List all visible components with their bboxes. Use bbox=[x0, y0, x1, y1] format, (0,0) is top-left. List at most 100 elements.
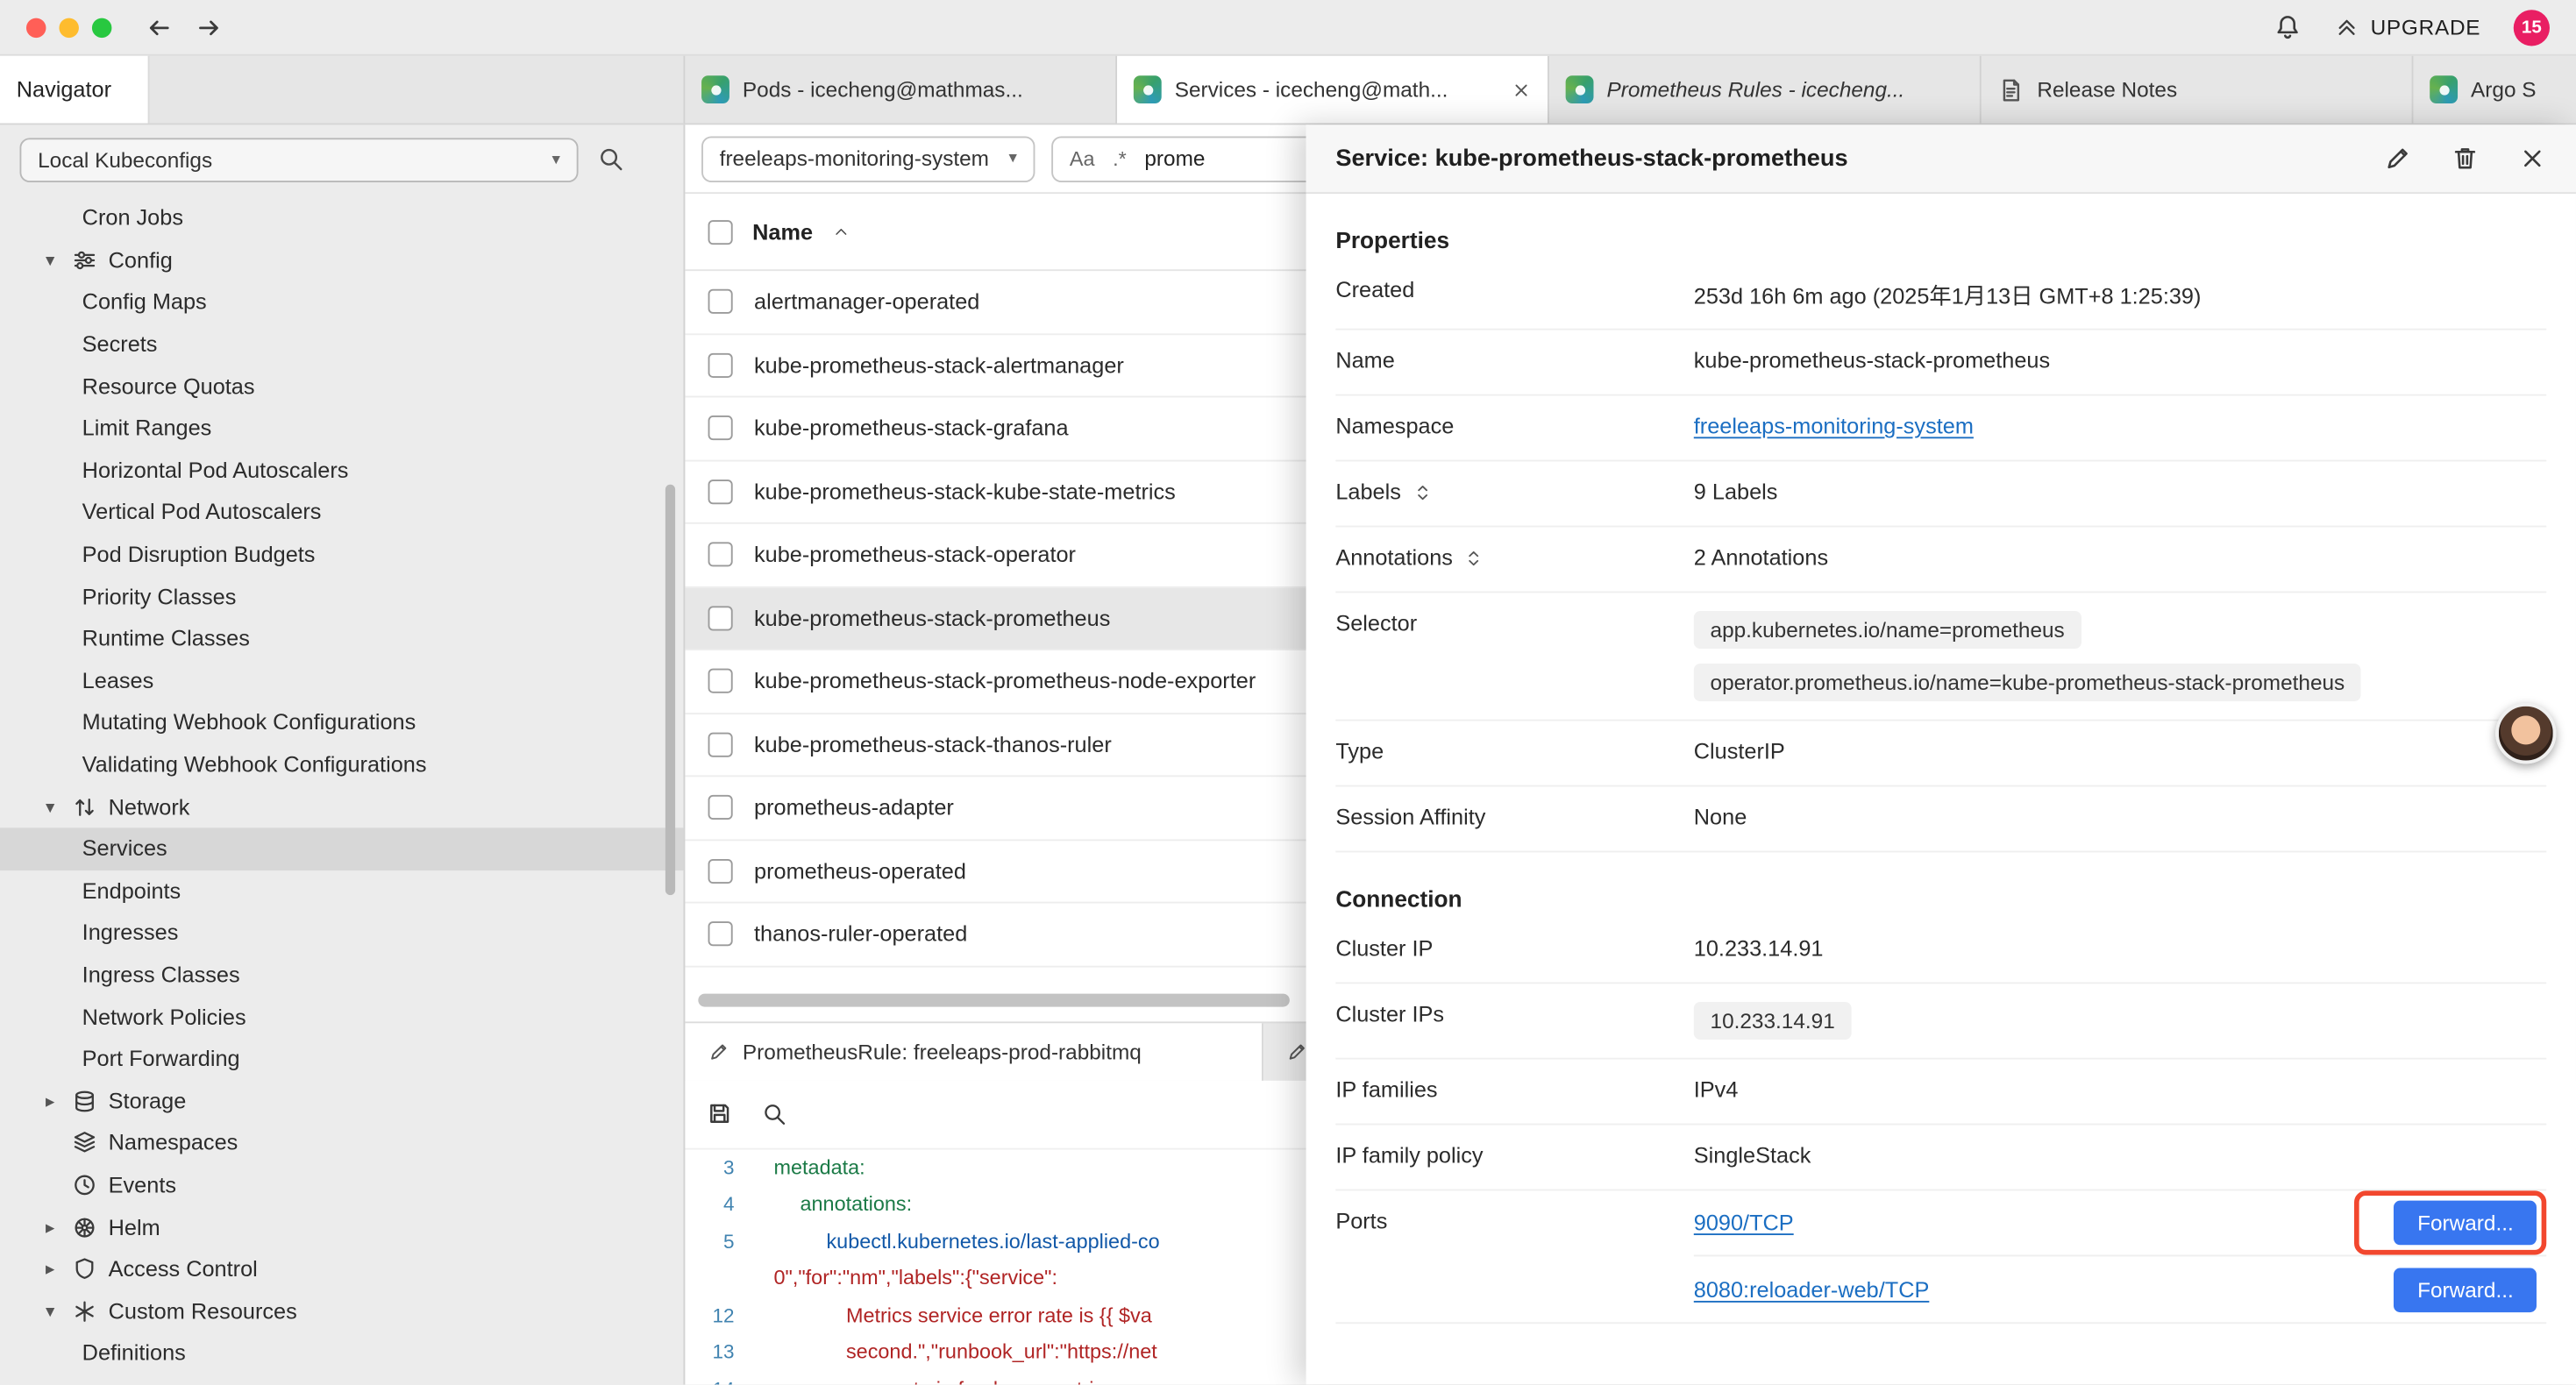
sidebar-item-endpoints[interactable]: Endpoints bbox=[0, 870, 683, 912]
zoom-window-button[interactable] bbox=[92, 18, 111, 37]
port-link[interactable]: 8080:reloader-web/TCP bbox=[1694, 1277, 1930, 1302]
chevron-right-icon[interactable]: ▸ bbox=[39, 1217, 60, 1238]
editor-search-icon[interactable] bbox=[762, 1101, 786, 1126]
row-checkbox[interactable] bbox=[708, 352, 733, 377]
sidebar-item-label: Custom Resources bbox=[109, 1299, 297, 1324]
sidebar-item-mutating-webhook-configurations[interactable]: Mutating Webhook Configurations bbox=[0, 701, 683, 743]
sidebar-item-validating-webhook-configurations[interactable]: Validating Webhook Configurations bbox=[0, 743, 683, 785]
sidebar-item-ingresses[interactable]: Ingresses bbox=[0, 912, 683, 954]
sidebar-item-leases[interactable]: Leases bbox=[0, 659, 683, 701]
drawer-body: PropertiesCreated253d 16h 6m ago (2025年1… bbox=[1306, 194, 2576, 1384]
sidebar-item-label: Runtime Classes bbox=[82, 626, 250, 650]
service-name: alertmanager-operated bbox=[754, 289, 979, 314]
detail-label: Selector bbox=[1335, 611, 1417, 636]
sidebar-item-cron-jobs[interactable]: Cron Jobs bbox=[0, 197, 683, 239]
sidebar-item-services[interactable]: Services bbox=[0, 827, 683, 870]
sidebar-item-runtime-classes[interactable]: Runtime Classes bbox=[0, 617, 683, 659]
sidebar-item-pod-disruption-budgets[interactable]: Pod Disruption Budgets bbox=[0, 533, 683, 575]
tab-argo-s[interactable]: Argo S bbox=[2413, 56, 2575, 124]
edit-icon[interactable] bbox=[2384, 145, 2412, 173]
forward-button[interactable]: Forward... bbox=[2395, 1268, 2537, 1312]
editor-tab[interactable]: PrometheusRule: freeleaps-prod-rabbitmq bbox=[685, 1022, 1263, 1080]
sidebar-item-port-forwarding[interactable]: Port Forwarding bbox=[0, 1038, 683, 1080]
row-checkbox[interactable] bbox=[708, 543, 733, 567]
sidebar-scrollbar[interactable] bbox=[665, 485, 675, 895]
close-icon[interactable] bbox=[2518, 145, 2546, 173]
tab-pods-icecheng-mathmas[interactable]: Pods - icecheng@mathmas... bbox=[685, 56, 1117, 124]
expander-icon[interactable] bbox=[1464, 548, 1484, 567]
column-name-header[interactable]: Name bbox=[752, 219, 813, 244]
match-case-toggle[interactable]: Aa bbox=[1070, 147, 1095, 170]
row-checkbox[interactable] bbox=[708, 858, 733, 883]
sidebar-item-resource-quotas[interactable]: Resource Quotas bbox=[0, 366, 683, 408]
row-checkbox[interactable] bbox=[708, 669, 733, 693]
port-link[interactable]: 9090/TCP bbox=[1694, 1211, 1794, 1235]
tab-release-notes[interactable]: Release Notes bbox=[1982, 56, 2414, 124]
code-text: Metrics service error rate is {{ $va bbox=[751, 1296, 1152, 1333]
save-icon[interactable] bbox=[707, 1100, 733, 1126]
sidebar-item-definitions[interactable]: Definitions bbox=[0, 1332, 683, 1374]
kubeconfig-source-select[interactable]: Local Kubeconfigs ▾ bbox=[19, 137, 578, 181]
sidebar-item-label: Access Control bbox=[109, 1257, 258, 1282]
minimize-window-button[interactable] bbox=[59, 18, 78, 37]
detail-link[interactable]: freeleaps-monitoring-system bbox=[1694, 414, 1974, 438]
regex-toggle[interactable]: .* bbox=[1113, 147, 1127, 170]
window-controls bbox=[26, 18, 111, 37]
sidebar-item-vertical-pod-autoscalers[interactable]: Vertical Pod Autoscalers bbox=[0, 492, 683, 534]
cluster-icon bbox=[701, 75, 729, 103]
close-window-button[interactable] bbox=[26, 18, 46, 37]
service-name: kube-prometheus-stack-operator bbox=[754, 543, 1076, 567]
row-checkbox[interactable] bbox=[708, 922, 733, 947]
events-icon bbox=[72, 1173, 96, 1197]
row-checkbox[interactable] bbox=[708, 732, 733, 756]
forward-button[interactable]: Forward... bbox=[2395, 1201, 2537, 1246]
notification-badge[interactable]: 15 bbox=[2514, 9, 2550, 45]
chevron-down-icon[interactable]: ▾ bbox=[39, 250, 60, 271]
sidebar-item-namespaces[interactable]: Namespaces bbox=[0, 1122, 683, 1164]
sidebar-item-network[interactable]: ▾Network bbox=[0, 785, 683, 827]
chevron-right-icon[interactable]: ▸ bbox=[39, 1090, 60, 1112]
row-checkbox[interactable] bbox=[708, 795, 733, 820]
drawer-header: Service: kube-prometheus-stack-prometheu… bbox=[1306, 124, 2576, 194]
sidebar-item-config[interactable]: ▾Config bbox=[0, 239, 683, 281]
sidebar-item-priority-classes[interactable]: Priority Classes bbox=[0, 575, 683, 617]
expander-icon[interactable] bbox=[1413, 482, 1432, 501]
sidebar-item-custom-resources[interactable]: ▾ Custom Resources bbox=[0, 1290, 683, 1332]
sidebar-item-events[interactable]: Events bbox=[0, 1164, 683, 1206]
sort-asc-icon[interactable] bbox=[833, 224, 850, 240]
upgrade-button[interactable]: UPGRADE bbox=[2334, 15, 2480, 39]
detail-label: Created bbox=[1335, 278, 1414, 302]
forward-icon[interactable] bbox=[194, 12, 224, 42]
namespace-filter-select[interactable]: freeleaps-monitoring-system ▾ bbox=[701, 136, 1035, 181]
sidebar-item-helm[interactable]: ▸Helm bbox=[0, 1206, 683, 1248]
row-checkbox[interactable] bbox=[708, 479, 733, 504]
delete-icon[interactable] bbox=[2451, 145, 2480, 173]
sidebar-item-secrets[interactable]: Secrets bbox=[0, 323, 683, 366]
select-all-checkbox[interactable] bbox=[708, 219, 733, 244]
row-checkbox[interactable] bbox=[708, 416, 733, 441]
close-tab-icon[interactable] bbox=[1512, 80, 1531, 99]
sidebar-item-horizontal-pod-autoscalers[interactable]: Horizontal Pod Autoscalers bbox=[0, 450, 683, 492]
chevron-down-icon[interactable]: ▾ bbox=[39, 796, 60, 817]
service-name: kube-prometheus-stack-thanos-ruler bbox=[754, 732, 1112, 756]
sidebar-item-network-policies[interactable]: Network Policies bbox=[0, 996, 683, 1038]
chevron-right-icon[interactable]: ▸ bbox=[39, 1259, 60, 1280]
sidebar-item-limit-ranges[interactable]: Limit Ranges bbox=[0, 408, 683, 450]
service-name: kube-prometheus-stack-alertmanager bbox=[754, 352, 1124, 377]
chevron-down-icon[interactable]: ▾ bbox=[39, 1300, 60, 1321]
notifications-bell-icon[interactable] bbox=[2274, 13, 2302, 41]
sidebar-item-config-maps[interactable]: Config Maps bbox=[0, 281, 683, 323]
row-checkbox[interactable] bbox=[708, 289, 733, 314]
scrollbar-thumb[interactable] bbox=[698, 993, 1290, 1006]
upgrade-icon bbox=[2334, 15, 2359, 39]
sidebar-item-access-control[interactable]: ▸ Access Control bbox=[0, 1248, 683, 1290]
tab-prometheus-rules-icecheng[interactable]: Prometheus Rules - icecheng... bbox=[1549, 56, 1982, 124]
tab-services-icecheng-math[interactable]: Services - icecheng@math... bbox=[1117, 56, 1549, 124]
sidebar-item-storage[interactable]: ▸Storage bbox=[0, 1080, 683, 1122]
sidebar-item-ingress-classes[interactable]: Ingress Classes bbox=[0, 954, 683, 996]
cluster-icon bbox=[2430, 75, 2458, 103]
port-line: 9090/TCP Forward... bbox=[1694, 1190, 2546, 1256]
row-checkbox[interactable] bbox=[708, 606, 733, 630]
sidebar-search-icon[interactable] bbox=[598, 146, 624, 173]
back-icon[interactable] bbox=[145, 12, 174, 42]
